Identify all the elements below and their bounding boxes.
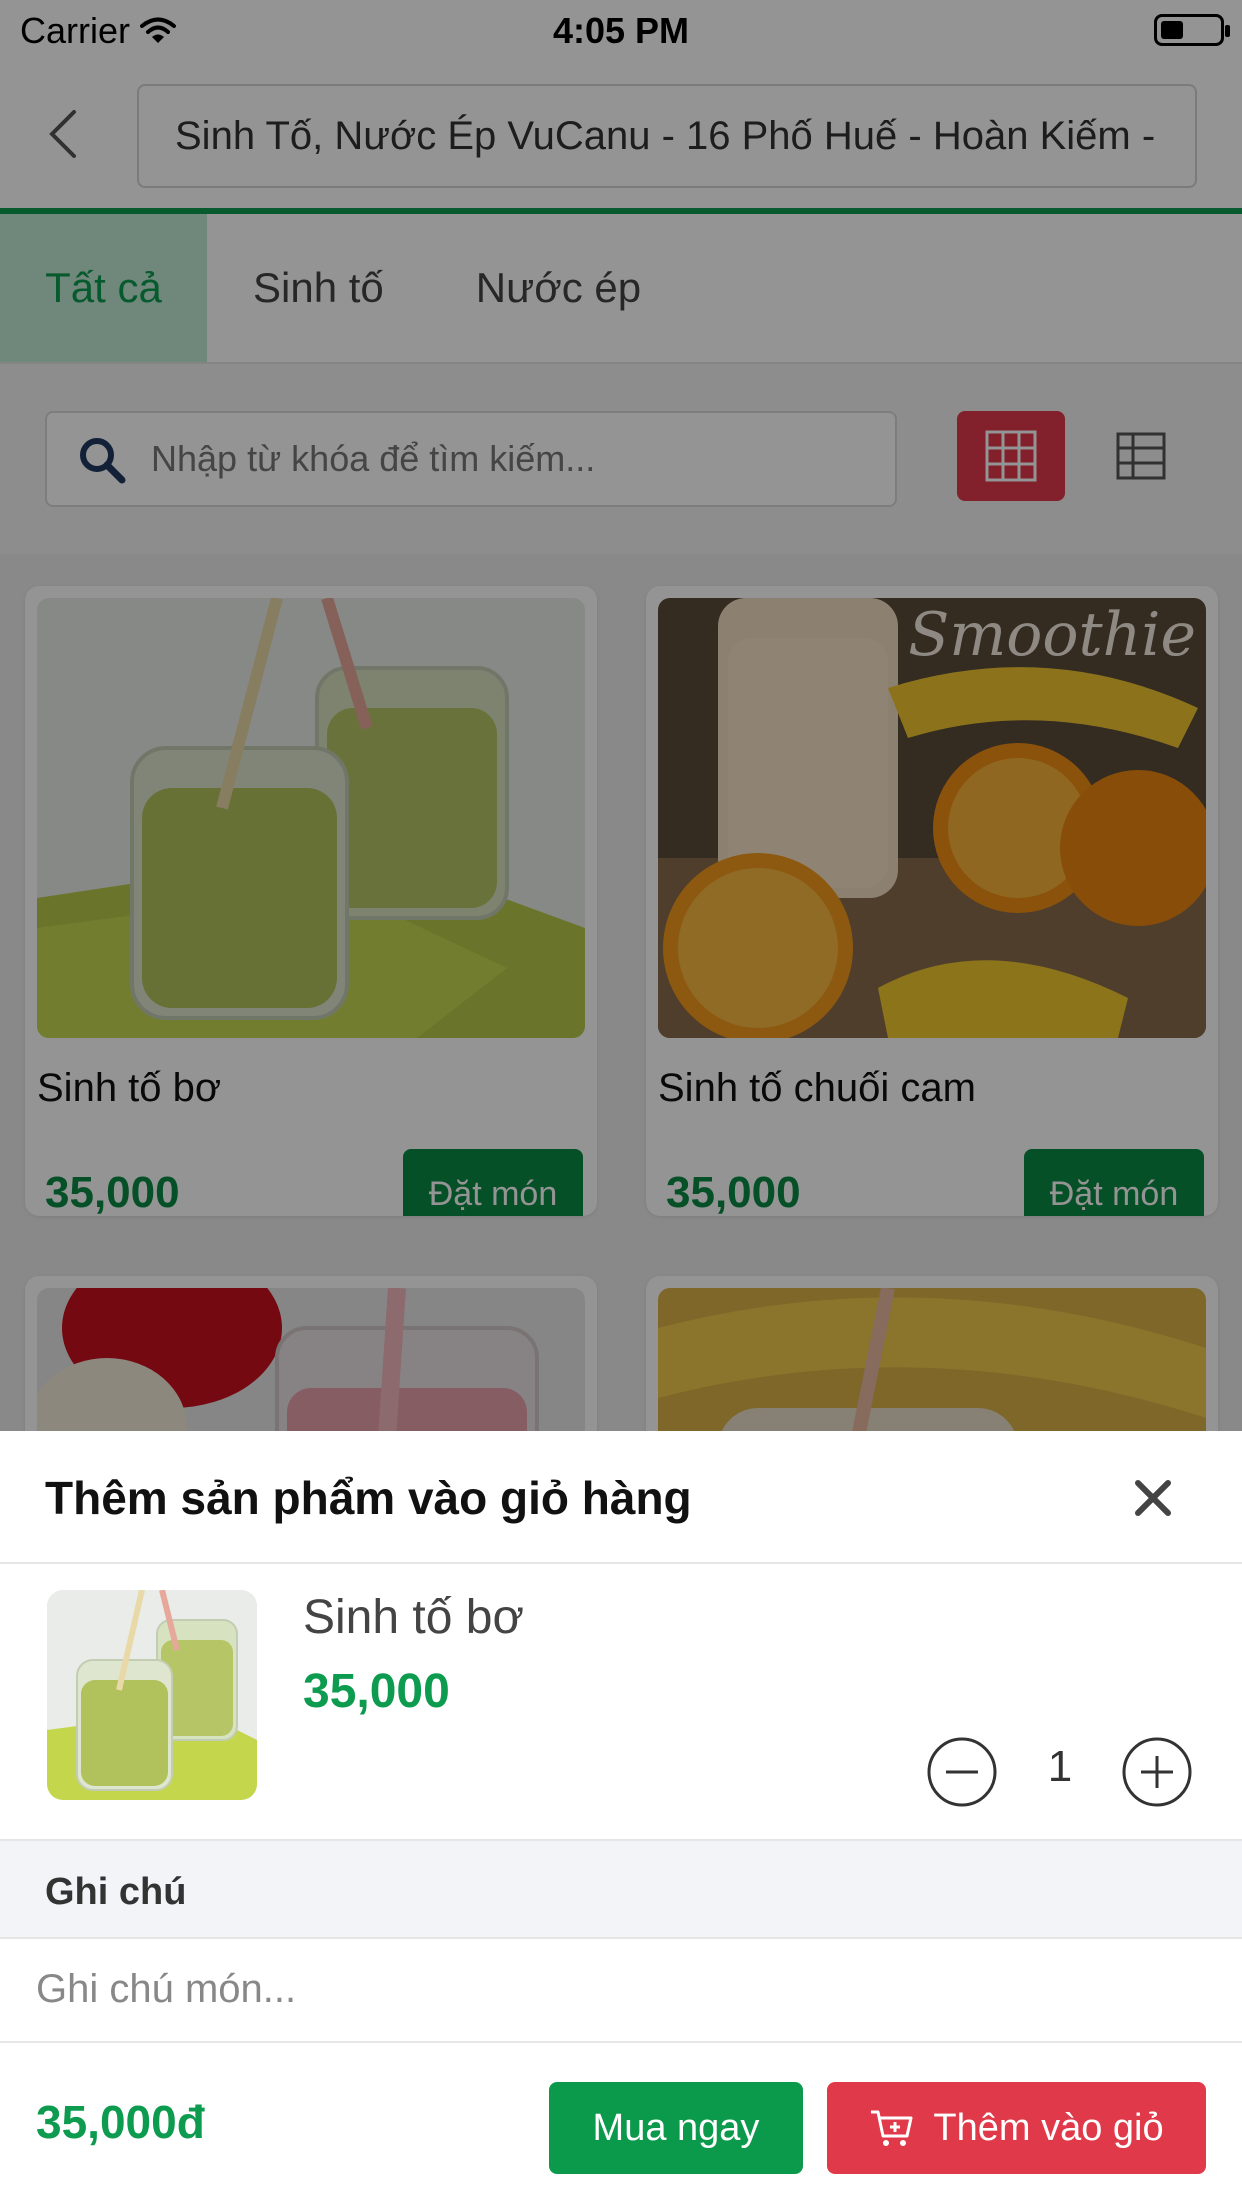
add-to-cart-sheet: Thêm sản phẩm vào giỏ hàng Sinh tố bơ 35… — [0, 1431, 1242, 2208]
note-row — [0, 1939, 1242, 2043]
close-icon[interactable] — [1130, 1475, 1176, 1521]
item-thumbnail — [47, 1590, 257, 1800]
cart-icon — [871, 2110, 913, 2146]
note-section-header: Ghi chú — [0, 1841, 1242, 1939]
cart-item-row: Sinh tố bơ 35,000 1 — [0, 1566, 1242, 1841]
note-label: Ghi chú — [45, 1871, 187, 1913]
sheet-title: Thêm sản phẩm vào giỏ hàng — [45, 1472, 692, 1524]
note-input[interactable] — [36, 1939, 1206, 2039]
plus-circle-icon[interactable] — [1121, 1736, 1193, 1808]
minus-circle-icon[interactable] — [926, 1736, 998, 1808]
item-price: 35,000 — [303, 1665, 450, 1718]
quantity-value: 1 — [1047, 1742, 1073, 1791]
sheet-header: Thêm sản phẩm vào giỏ hàng — [0, 1431, 1242, 1564]
add-to-cart-button[interactable]: Thêm vào giỏ — [827, 2082, 1206, 2174]
item-name: Sinh tố bơ — [303, 1591, 524, 1644]
buy-now-button[interactable]: Mua ngay — [549, 2082, 803, 2174]
add-to-cart-label: Thêm vào giỏ — [933, 2106, 1164, 2149]
modal-backdrop[interactable] — [0, 0, 1242, 1431]
total-price: 35,000đ — [36, 2096, 205, 2148]
